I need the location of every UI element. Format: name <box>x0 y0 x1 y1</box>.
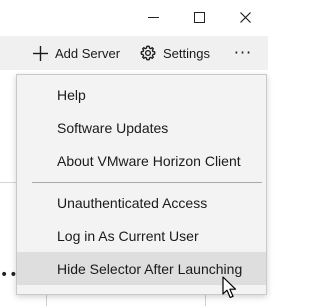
more-options-button[interactable]: ··· <box>228 36 258 70</box>
settings-button[interactable]: Settings <box>140 36 210 70</box>
minimize-icon <box>147 17 159 18</box>
menu-item-label: Help <box>57 86 86 103</box>
toolbar: Add Server Settings ··· <box>0 36 268 70</box>
minimize-button[interactable] <box>130 0 176 34</box>
settings-label: Settings <box>163 45 210 61</box>
menu-item-label: Log in As Current User <box>57 227 199 244</box>
menu-item-log-in-as-current-user[interactable]: Log in As Current User <box>17 219 266 252</box>
menu-item-label: Unauthenticated Access <box>57 194 208 211</box>
add-server-button[interactable]: Add Server <box>33 36 120 70</box>
gear-icon <box>140 45 156 61</box>
maximize-button[interactable] <box>176 0 222 34</box>
menu-separator <box>32 182 262 183</box>
menu-item-software-updates[interactable]: Software Updates <box>17 111 266 144</box>
mouse-cursor-icon <box>222 276 237 299</box>
close-icon <box>239 11 251 23</box>
menu-item-help[interactable]: Help <box>17 78 266 111</box>
menu-item-label: Hide Selector After Launching <box>57 260 243 277</box>
maximize-icon <box>193 11 205 23</box>
title-bar <box>0 0 268 36</box>
more-options-menu: Help Software Updates About VMware Horiz… <box>16 74 267 295</box>
menu-item-label: Software Updates <box>57 119 169 136</box>
menu-item-unauthenticated-access[interactable]: Unauthenticated Access <box>17 186 266 219</box>
menu-item-about[interactable]: About VMware Horizon Client <box>17 144 266 177</box>
plus-icon <box>33 45 48 61</box>
menu-item-label: About VMware Horizon Client <box>57 152 241 169</box>
more-horizontal-icon: ··· <box>233 43 253 62</box>
add-server-label: Add Server <box>55 45 121 61</box>
close-button[interactable] <box>222 0 268 34</box>
